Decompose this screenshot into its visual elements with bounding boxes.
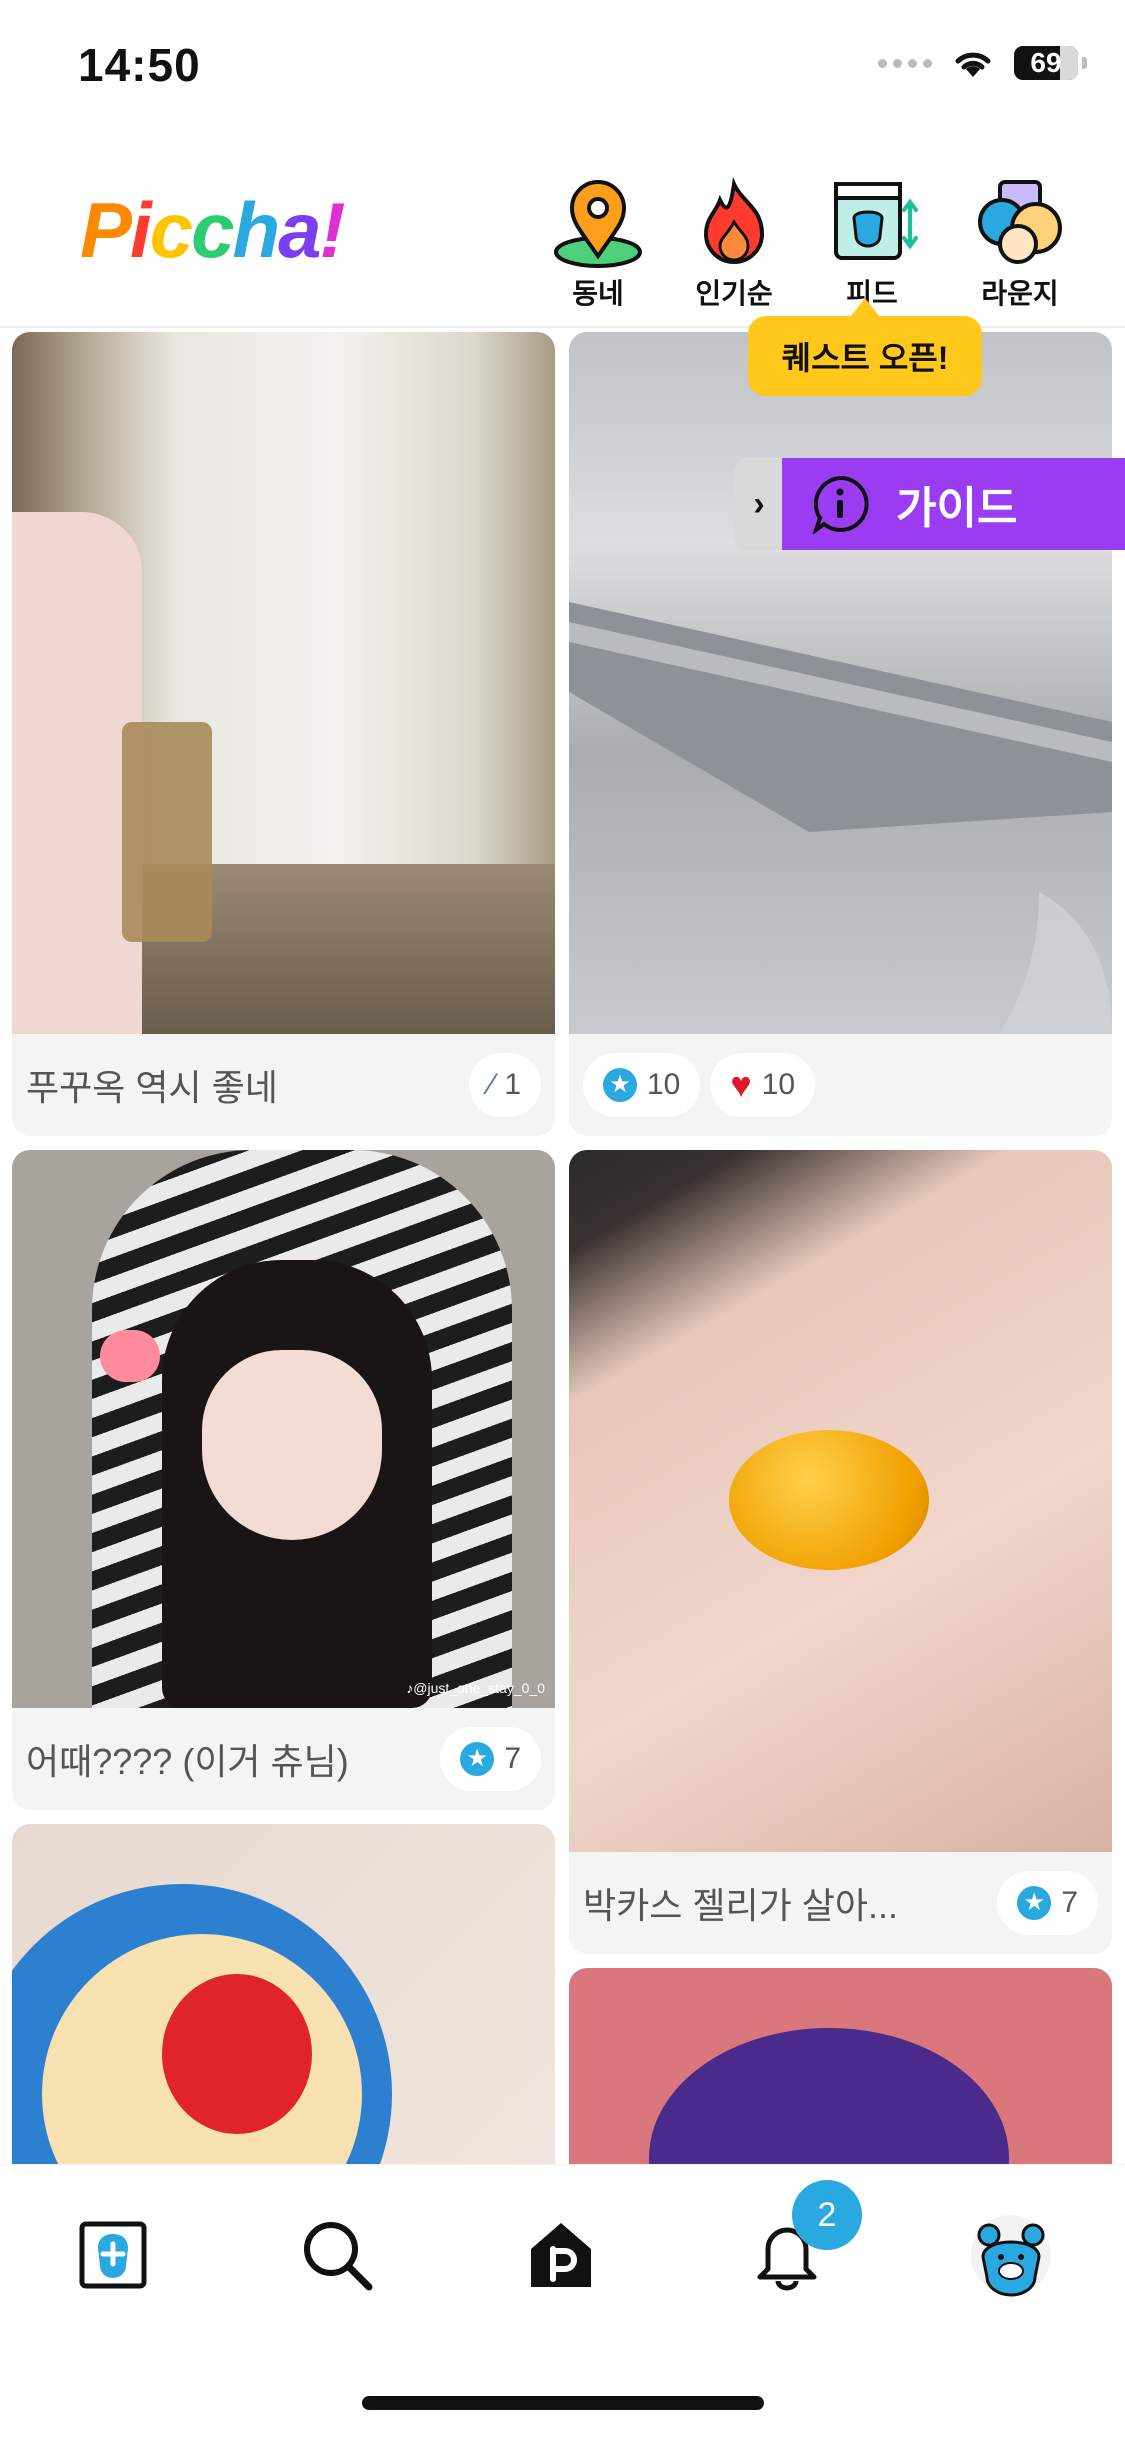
feed-card[interactable]: 푸꾸옥 역시 좋네 ⁄ 1 (12, 332, 555, 1136)
stat-pill[interactable]: ★ 7 (440, 1727, 541, 1791)
chevron-right-icon[interactable]: › (734, 458, 784, 550)
battery-icon: 69 (1014, 46, 1078, 80)
fire-icon (684, 178, 784, 270)
slash-icon: ⁄ (489, 1068, 495, 1101)
status-indicators: 69 (878, 46, 1087, 80)
video-watermark: ♪@just_one_stay_0_0 (406, 1680, 545, 1696)
search-button[interactable] (292, 2210, 382, 2300)
quest-tooltip[interactable]: 퀘스트 오픈! (748, 298, 982, 396)
post-image-portrait: ♪@just_one_stay_0_0 (12, 1150, 555, 1708)
add-post-icon (79, 2221, 147, 2289)
feed-card[interactable]: 박카스 젤리가 살아... ★ 7 (569, 1150, 1112, 1954)
battery-tip (1082, 57, 1087, 69)
nav-label: 인기순 (695, 278, 773, 309)
card-footer: ★ 10 ♥ 10 (569, 1034, 1112, 1136)
card-footer: 어때???? (이거 츄님) ★ 7 (12, 1708, 555, 1810)
home-button[interactable] (516, 2210, 606, 2300)
guide-button[interactable]: › 가이드 (734, 458, 1125, 550)
post-caption: 푸꾸옥 역시 좋네 (26, 1067, 278, 1108)
nav-lounge[interactable]: 라운지 (960, 178, 1080, 312)
stat-count: 10 (647, 1068, 681, 1101)
location-pin-icon (548, 178, 648, 270)
card-footer: 박카스 젤리가 살아... ★ 7 (569, 1852, 1112, 1954)
status-time: 14:50 (78, 39, 201, 91)
post-image-jelly (569, 1150, 1112, 1852)
post-caption: 어때???? (이거 츄님) (26, 1741, 349, 1782)
nav-popular[interactable]: 인기순 (674, 178, 794, 312)
info-bubble-icon (812, 475, 869, 534)
home-icon (531, 2223, 591, 2287)
add-post-button[interactable] (68, 2210, 158, 2300)
signal-dots-icon (878, 58, 932, 68)
card-footer: 푸꾸옥 역시 좋네 ⁄ 1 (12, 1034, 555, 1136)
feed-icon (822, 178, 922, 270)
stat-pill[interactable]: ♥ 10 (710, 1053, 816, 1117)
heart-icon: ♥ (730, 1064, 752, 1105)
wifi-icon (955, 52, 991, 77)
feed-card[interactable]: ♪@just_one_stay_0_0 어때???? (이거 츄님) ★ 7 (12, 1150, 555, 1810)
nav-label: 동네 (572, 278, 624, 309)
stat-count: 7 (1061, 1886, 1078, 1919)
profile-button[interactable] (966, 2210, 1056, 2300)
stat-count: 7 (504, 1742, 521, 1775)
post-image-room (12, 332, 555, 1034)
stat-pill[interactable]: ★ 10 (583, 1053, 701, 1117)
post-image-airplane-wing (569, 332, 1112, 1034)
home-indicator (362, 2396, 764, 2410)
stat-pill[interactable]: ⁄ 1 (469, 1053, 541, 1117)
stat-pill[interactable]: ★ 7 (997, 1871, 1098, 1935)
star-badge-icon: ★ (1017, 1886, 1052, 1920)
lounge-icon (970, 178, 1070, 270)
app-logo: Piccha! (80, 186, 346, 274)
stat-count: 10 (761, 1068, 796, 1101)
nav-label: 라운지 (981, 278, 1059, 309)
stat-count: 1 (504, 1068, 521, 1101)
feed-card[interactable]: ★ 10 ♥ 10 (569, 332, 1112, 1136)
notification-count-badge: 2 (792, 2180, 862, 2250)
search-icon (304, 2222, 373, 2291)
profile-avatar-icon (971, 2215, 1051, 2297)
nav-feed[interactable]: 피드 (812, 178, 932, 312)
guide-label: 가이드 (896, 484, 1018, 533)
nav-neighborhood[interactable]: 동네 (538, 178, 658, 312)
star-badge-icon: ★ (460, 1742, 495, 1776)
star-badge-icon: ★ (603, 1068, 637, 1102)
post-caption: 박카스 젤리가 살아... (583, 1885, 898, 1926)
